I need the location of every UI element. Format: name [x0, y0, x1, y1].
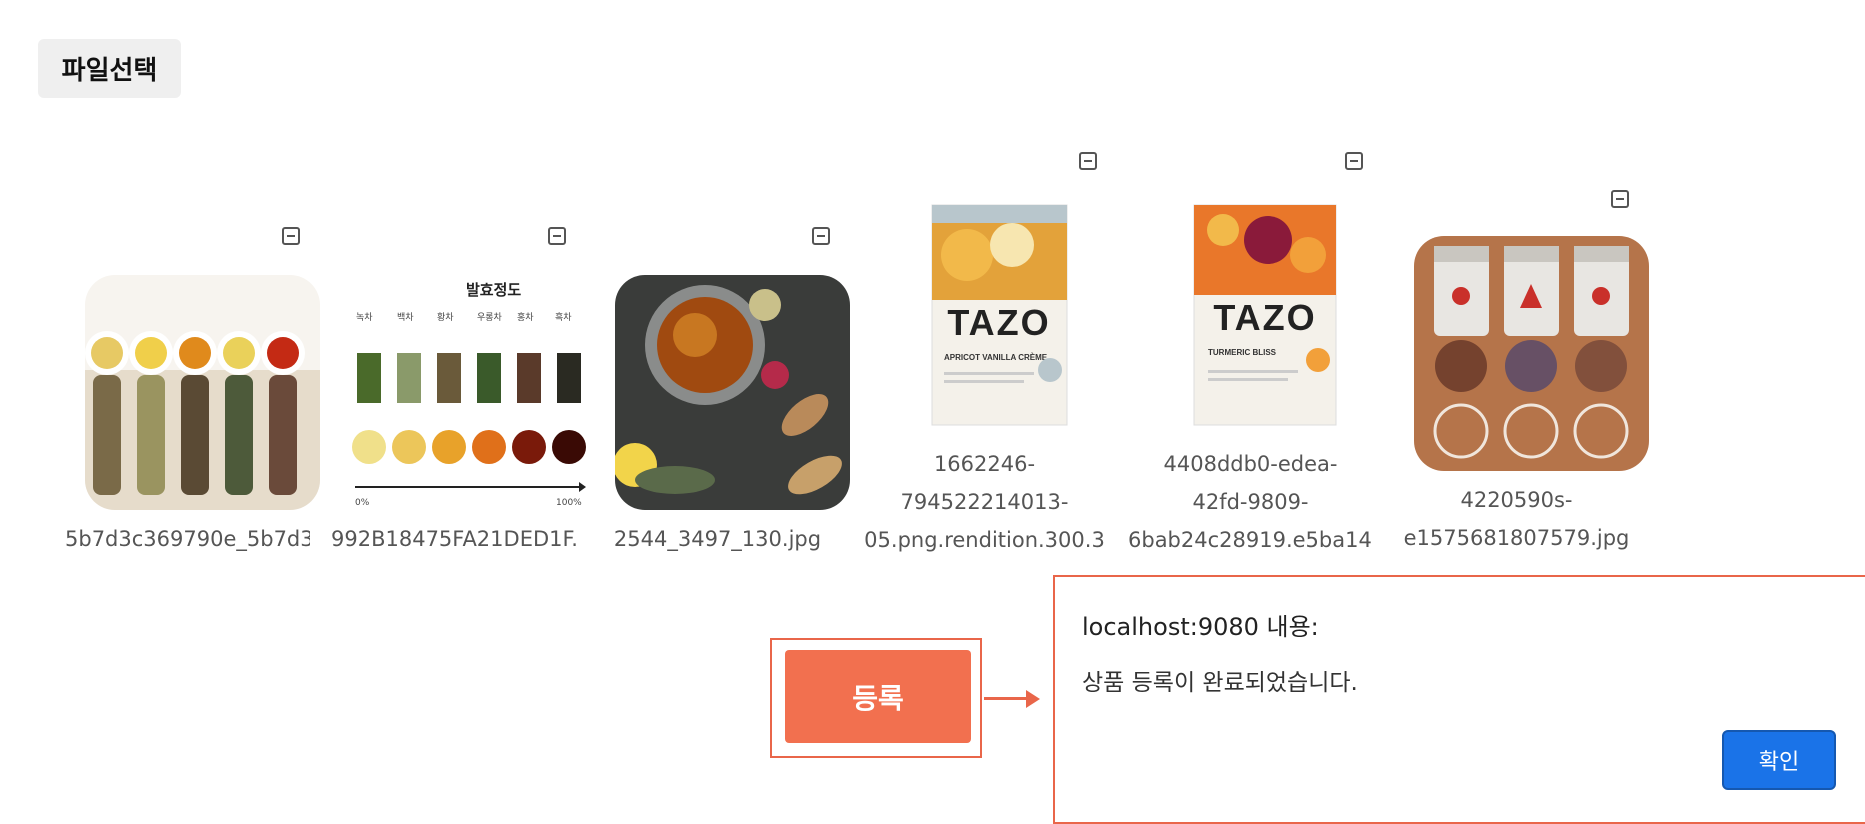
annotation-arrow-head	[1026, 690, 1040, 708]
dialog-message: 상품 등록이 완료되었습니다.	[1082, 670, 1358, 696]
image-filename: 4408ddb0-edea- 42fd-9809- 6bab24c28919.e…	[1128, 452, 1373, 552]
image-thumbnail-4: TAZO APRICOT VANILLA CRÈME 1662246- 7945…	[864, 200, 1117, 552]
image-thumbnail-6: 4220590s- e1575681807579.jpg	[1404, 236, 1649, 550]
alert-dialog: localhost:9080 내용: 상품 등록이 완료되었습니다. 확인	[1053, 575, 1865, 824]
svg-text:홍차: 홍차	[517, 311, 534, 323]
svg-text:녹차: 녹차	[356, 311, 373, 323]
chart-title: 발효정도	[466, 281, 521, 299]
remove-image-1-icon[interactable]	[282, 227, 300, 245]
annotation-arrow	[984, 697, 1028, 700]
svg-text:우롱차: 우롱차	[477, 311, 503, 323]
svg-text:흑차: 흑차	[555, 311, 572, 323]
image-thumbnail-2: 발효정도 녹차 백차 황차 우롱차 홍차 흑차 0% 100% 992B1847…	[331, 275, 586, 551]
remove-image-4-icon[interactable]	[1079, 152, 1097, 170]
remove-image-5-icon[interactable]	[1345, 152, 1363, 170]
remove-image-2-icon[interactable]	[548, 227, 566, 245]
dialog-title: localhost:9080 내용:	[1082, 613, 1319, 641]
image-thumbnail-3: 2544_3497_130.jpg	[614, 275, 850, 551]
tazo-box-image: TAZO APRICOT VANILLA CRÈME	[882, 200, 1117, 435]
image-filename: 4220590s- e1575681807579.jpg	[1403, 488, 1630, 550]
svg-text:백차: 백차	[397, 311, 414, 323]
tea-cup-image	[615, 275, 850, 510]
svg-text:황차: 황차	[437, 311, 454, 323]
image-thumbnail-1: 5b7d3c369790e_5b7d3	[65, 275, 320, 551]
fermentation-chart-image: 발효정도 녹차 백차 황차 우롱차 홍차 흑차 0% 100%	[351, 275, 586, 510]
svg-text:0%: 0%	[355, 498, 370, 508]
svg-text:TAZO: TAZO	[947, 302, 1050, 343]
tea-cups-image	[85, 275, 320, 510]
remove-image-6-icon[interactable]	[1611, 190, 1629, 208]
remove-image-3-icon[interactable]	[812, 227, 830, 245]
svg-text:APRICOT VANILLA CRÈME: APRICOT VANILLA CRÈME	[944, 353, 1048, 362]
confirm-button[interactable]: 확인	[1722, 730, 1836, 790]
svg-text:TURMERIC BLISS: TURMERIC BLISS	[1208, 348, 1277, 357]
image-filename: 1662246- 794522214013- 05.png.rendition.…	[864, 452, 1105, 552]
image-thumbnail-5: TAZO TURMERIC BLISS 4408ddb0-edea- 42fd-…	[1128, 200, 1383, 552]
svg-text:TAZO: TAZO	[1213, 297, 1316, 338]
svg-text:100%: 100%	[556, 498, 582, 508]
file-select-button[interactable]: 파일선택	[38, 39, 181, 98]
tazo-box-image: TAZO TURMERIC BLISS	[1148, 200, 1383, 435]
register-button[interactable]: 등록	[785, 650, 971, 743]
tea-tins-image	[1414, 236, 1649, 471]
image-filename: 2544_3497_130.jpg	[613, 527, 822, 551]
image-filename: 992B18475FA21DED1F.jp	[331, 527, 576, 551]
image-filename: 5b7d3c369790e_5b7d3	[65, 527, 310, 551]
